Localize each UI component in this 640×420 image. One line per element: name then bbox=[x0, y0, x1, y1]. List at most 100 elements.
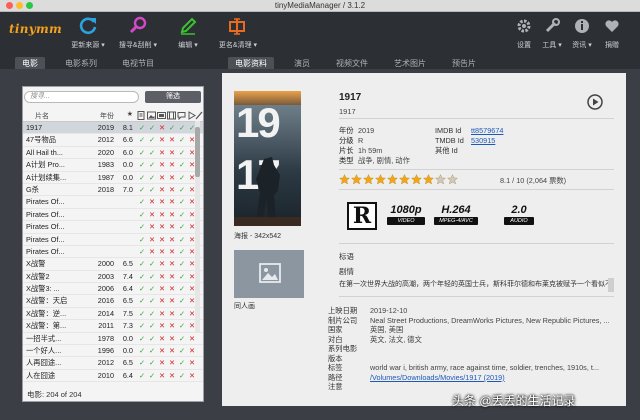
check-icon: ✓ bbox=[138, 346, 146, 356]
table-row[interactable]: A计划续集... 1987 0.0 ✓ ✓ ✕ ✕ ✓ ✕ bbox=[23, 172, 203, 184]
table-row[interactable]: X战警：逆... 2014 7.5 ✓ ✓ ✕ ✕ ✓ ✕ bbox=[23, 308, 203, 321]
star-icon bbox=[375, 174, 386, 185]
audio-badge: 2.0 AUDIO bbox=[504, 204, 534, 228]
table-row[interactable]: 人再囧途... 2012 6.5 ✓ ✓ ✕ ✕ ✓ ✕ bbox=[23, 357, 203, 370]
tab-movie-sets[interactable]: 电影系列 bbox=[58, 57, 104, 69]
check-icon: ✓ bbox=[148, 271, 156, 281]
update-sources-button[interactable]: 更新来源 ▾ bbox=[63, 15, 113, 50]
rename-icon bbox=[229, 18, 245, 35]
check-icon: ✓ bbox=[138, 197, 146, 207]
cross-icon: ✕ bbox=[168, 234, 176, 244]
list-scrollbar[interactable] bbox=[195, 121, 200, 333]
check-icon: ✓ bbox=[178, 209, 186, 219]
table-row[interactable]: A计划 Pro... 1983 0.0 ✓ ✓ ✕ ✕ ✓ ✕ bbox=[23, 159, 203, 172]
check-icon: ✓ bbox=[138, 333, 146, 343]
check-icon: ✓ bbox=[148, 296, 156, 306]
movie-detail-panel: 19 17 海报 - 342x542 同人画 1917 1917 年份 2019… bbox=[222, 73, 626, 406]
table-row[interactable]: Pirates Of... ✓ ✕ ✕ ✕ ✓ ✕ bbox=[23, 234, 203, 246]
star-icon bbox=[351, 174, 362, 185]
app-logo: tinymm bbox=[9, 22, 62, 36]
table-row[interactable]: X战警：第... 2011 7.3 ✓ ✓ ✕ ✕ ✓ ✕ bbox=[23, 320, 203, 333]
poster-image[interactable]: 19 17 bbox=[234, 91, 301, 226]
cross-icon: ✕ bbox=[158, 184, 166, 194]
tools-button[interactable]: 工具 ▾ bbox=[538, 15, 566, 50]
plot-scrollbar[interactable] bbox=[608, 278, 614, 292]
rename-clean-button[interactable]: 更名&清理 ▾ bbox=[213, 15, 263, 50]
header-rating[interactable]: ★ bbox=[117, 110, 133, 118]
settings-button[interactable]: 设置 bbox=[510, 15, 538, 50]
scrollbar-thumb[interactable] bbox=[195, 127, 200, 177]
divider bbox=[339, 243, 614, 244]
filter-button[interactable]: 筛选 bbox=[145, 91, 201, 103]
check-icon: ✓ bbox=[138, 234, 146, 244]
cross-icon: ✕ bbox=[168, 370, 176, 380]
check-icon: ✓ bbox=[148, 370, 156, 380]
divider bbox=[339, 118, 614, 119]
row-title: X战警 bbox=[26, 259, 46, 269]
edit-column-icon bbox=[195, 111, 203, 120]
info-button[interactable]: 资讯 ▾ bbox=[568, 15, 596, 50]
tab-movie-info[interactable]: 电影资料 bbox=[228, 57, 274, 69]
row-title: X战警2 bbox=[26, 271, 50, 281]
tab-cast[interactable]: 演员 bbox=[287, 57, 317, 69]
table-row[interactable]: 一招半式... 1978 0.0 ✓ ✓ ✕ ✕ ✓ ✕ bbox=[23, 333, 203, 346]
search-input[interactable]: 搜寻... bbox=[24, 91, 139, 103]
check-icon: ✓ bbox=[178, 370, 186, 380]
row-rating: 8.1 bbox=[122, 123, 133, 132]
cross-icon: ✕ bbox=[158, 246, 166, 256]
plot-label: 剧情 bbox=[339, 267, 354, 276]
star-icon bbox=[363, 174, 374, 185]
table-row[interactable]: 1917 2019 8.1 ✓ ✓ ✕ ✓ ✓ ✓ bbox=[23, 122, 203, 135]
tab-artwork[interactable]: 艺术图片 bbox=[387, 57, 433, 69]
table-row[interactable]: X战警：天启 2016 6.5 ✓ ✓ ✕ ✕ ✓ ✕ bbox=[23, 295, 203, 308]
row-title: Pirates Of... bbox=[26, 222, 65, 232]
table-row[interactable]: Pirates Of... ✓ ✕ ✕ ✕ ✓ ✕ bbox=[23, 209, 203, 222]
search-scrape-button[interactable]: 搜寻&刮削 ▾ bbox=[113, 15, 163, 50]
image-placeholder-icon bbox=[259, 263, 281, 283]
check-icon: ✓ bbox=[138, 259, 146, 269]
left-tabs: 电影 电影系列 电视节目 bbox=[0, 55, 215, 69]
imdb-link[interactable]: tt8579674 bbox=[471, 126, 503, 135]
row-title: 1917 bbox=[26, 123, 43, 132]
cross-icon: ✕ bbox=[168, 147, 176, 157]
tab-movies[interactable]: 电影 bbox=[15, 57, 45, 69]
row-rating: 7.3 bbox=[122, 321, 133, 331]
table-row[interactable]: 47号物品 2012 6.6 ✓ ✓ ✕ ✕ ✓ ✕ bbox=[23, 134, 203, 147]
table-row[interactable]: All Hail th... 2020 6.0 ✓ ✓ ✕ ✕ ✓ ✕ bbox=[23, 147, 203, 160]
cross-icon: ✕ bbox=[168, 308, 176, 318]
check-icon: ✓ bbox=[148, 147, 156, 157]
path-link[interactable]: /Volumes/Downloads/Movies/1917 (2019) bbox=[370, 373, 505, 382]
table-row[interactable]: Pirates Of... ✓ ✕ ✕ ✕ ✓ ✕ bbox=[23, 196, 203, 209]
divider bbox=[339, 189, 614, 190]
check-icon: ✓ bbox=[178, 333, 186, 343]
table-row[interactable]: X战警 2000 6.5 ✓ ✓ ✕ ✕ ✓ ✕ bbox=[23, 258, 203, 271]
donate-button[interactable]: 捐赠 bbox=[598, 15, 626, 50]
header-year[interactable]: 年份 bbox=[87, 111, 114, 121]
row-title: X战警3: ... bbox=[26, 284, 60, 294]
tagline-label: 标语 bbox=[339, 252, 354, 261]
tab-tv-shows[interactable]: 电视节目 bbox=[115, 57, 161, 69]
tab-media-files[interactable]: 视频文件 bbox=[329, 57, 375, 69]
tab-trailer[interactable]: 预告片 bbox=[445, 57, 483, 69]
cross-icon: ✕ bbox=[148, 197, 156, 207]
check-icon: ✓ bbox=[148, 358, 156, 368]
check-icon: ✓ bbox=[138, 296, 146, 306]
play-trailer-icon[interactable] bbox=[587, 94, 603, 110]
fanart-placeholder[interactable] bbox=[234, 250, 304, 298]
movie-table: 片名 年份 ★ 1917 2019 8.1 ✓ ✓ ✕ ✓ ✓ ✓ 47号物品 2012 6.6 ✓ ✓ ✕… bbox=[23, 109, 203, 383]
table-row[interactable]: X战警2 2003 7.4 ✓ ✓ ✕ ✕ ✓ ✕ bbox=[23, 271, 203, 284]
star-icon bbox=[423, 174, 434, 185]
table-row[interactable]: G杀 2018 7.0 ✓ ✓ ✕ ✕ ✓ ✕ bbox=[23, 184, 203, 197]
right-tabs: 电影资料 演员 视频文件 艺术图片 预告片 bbox=[215, 55, 640, 69]
star-icon bbox=[435, 174, 446, 185]
row-rating: 0.0 bbox=[122, 172, 133, 182]
table-row[interactable]: Pirates Of... ✓ ✕ ✕ ✕ ✓ ✕ bbox=[23, 221, 203, 234]
cross-icon: ✕ bbox=[158, 222, 166, 232]
table-row[interactable]: 人在囧途 2010 6.4 ✓ ✓ ✕ ✕ ✓ ✕ bbox=[23, 370, 203, 383]
table-row[interactable]: X战警3: ... 2006 6.4 ✓ ✓ ✕ ✕ ✓ ✕ bbox=[23, 283, 203, 296]
tmdb-link[interactable]: 530915 bbox=[471, 136, 495, 145]
check-icon: ✓ bbox=[148, 184, 156, 194]
edit-button[interactable]: 编辑 ▾ bbox=[163, 15, 213, 50]
table-row[interactable]: Pirates Of... ✓ ✕ ✕ ✕ ✓ ✕ bbox=[23, 246, 203, 259]
table-row[interactable]: 一个好人... 1996 0.0 ✓ ✓ ✕ ✕ ✓ ✕ bbox=[23, 345, 203, 358]
